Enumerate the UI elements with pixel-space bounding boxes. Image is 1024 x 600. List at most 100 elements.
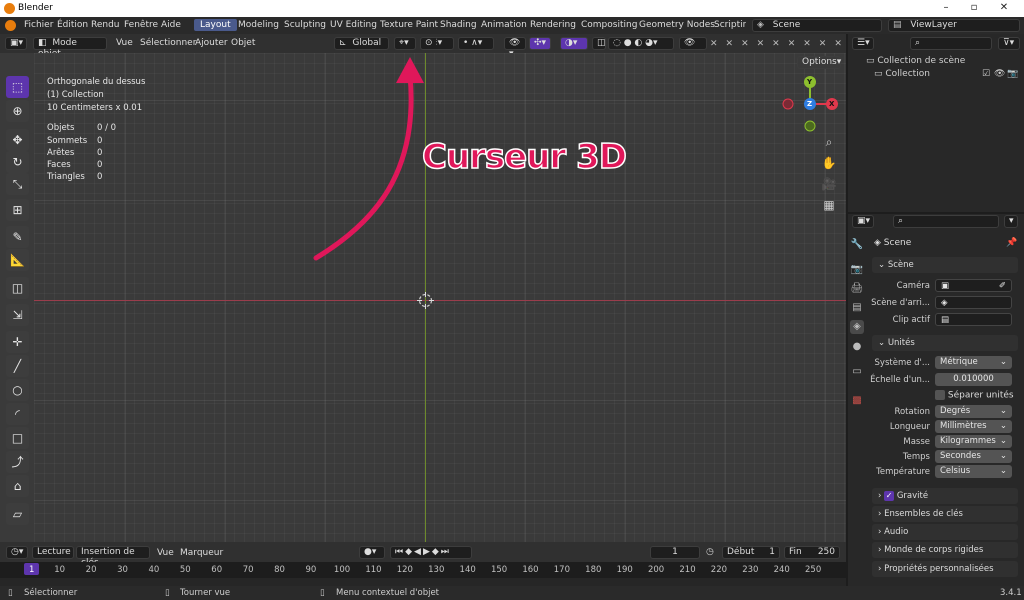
pin-icon[interactable]: 📌 <box>1006 238 1017 248</box>
gravity-checkbox[interactable]: ✓ <box>884 490 895 501</box>
timeline-editor-type[interactable]: ◷▾ <box>6 546 28 559</box>
minimize-icon[interactable]: – <box>940 2 952 14</box>
add-bezier-icon[interactable]: ⤴ <box>6 451 29 473</box>
timeline-marker-menu[interactable]: Marqueur <box>180 548 223 558</box>
outliner-editor-type[interactable]: ☰▾ <box>852 37 874 50</box>
proportional-edit-button[interactable]: • ∧▾ <box>458 37 494 50</box>
menu-help[interactable]: Aide <box>161 20 181 30</box>
overlay-toggle-button[interactable]: ◑▾ <box>560 37 588 50</box>
add-circle-icon[interactable]: ○ <box>6 379 29 401</box>
transform-orientation-selector[interactable]: ⊾ Global <box>334 37 389 50</box>
add-arc-icon[interactable]: ◜ <box>6 403 29 425</box>
measure-tool-icon[interactable]: 📐 <box>6 249 29 271</box>
section-scene[interactable]: ⌄ Scène <box>872 257 1018 273</box>
menu-object[interactable]: Objet <box>231 38 255 48</box>
shading-mode-buttons[interactable]: ◌ ● ◐ ◕▾ <box>608 37 674 50</box>
section-gravity[interactable]: › ✓ Gravité <box>872 488 1018 504</box>
camera-icon[interactable]: 📷 <box>1007 69 1018 79</box>
menu-window[interactable]: Fenêtre <box>124 20 158 30</box>
outliner-search-input[interactable]: ⌕ <box>910 37 992 50</box>
eye-filter-icon[interactable]: 👁 <box>679 37 707 50</box>
zoom-icon[interactable]: ⌕ <box>821 134 837 150</box>
collection-item[interactable]: ▭ Collection ☑ 👁 📷 <box>874 69 1020 81</box>
add-cube-icon[interactable]: ◫ <box>6 277 29 299</box>
playback-controls[interactable]: ⏮◆◀▶◆⏭ <box>390 546 472 559</box>
unit-system-select[interactable]: Métrique ⌄ <box>935 356 1012 369</box>
transform-tool-icon[interactable]: ⊞ <box>6 199 29 221</box>
menu-view[interactable]: Vue <box>116 38 133 48</box>
close-icon[interactable]: ✕ <box>998 2 1010 14</box>
options-button[interactable]: Options▾ <box>797 56 841 69</box>
3d-cursor[interactable] <box>417 292 434 309</box>
menu-select[interactable]: Sélectionner <box>140 38 196 48</box>
tab-modeling[interactable]: Modeling <box>232 19 285 31</box>
menu-edit[interactable]: Édition <box>57 20 88 30</box>
current-frame-input[interactable]: 1 <box>650 546 700 559</box>
eye-icon[interactable]: 👁 <box>994 69 1005 79</box>
properties-options[interactable]: ▾ <box>1004 215 1018 228</box>
menu-add[interactable]: Ajouter <box>195 38 228 48</box>
snap-button[interactable]: ⊙ ⫶▾ <box>420 37 454 50</box>
grid-view-icon[interactable]: ▦ <box>821 197 837 213</box>
extrude-tool-icon[interactable]: ⇲ <box>6 304 29 326</box>
background-scene-field[interactable]: ◈ <box>935 296 1012 309</box>
select-box-icon[interactable]: ⬚ <box>6 76 29 98</box>
add-point-icon[interactable]: ✛ <box>6 331 29 353</box>
end-frame-input[interactable]: Fin 250 <box>784 546 840 559</box>
rotate-tool-icon[interactable]: ↻ <box>6 151 29 173</box>
autokey-button[interactable]: ●▾ <box>359 546 385 559</box>
camera-view-icon[interactable]: 🎥 <box>821 176 837 192</box>
tab-rendering[interactable]: Rendering <box>524 19 582 31</box>
add-rect-icon[interactable]: □ <box>6 427 29 449</box>
mode-selector[interactable]: ◧ Mode objet <box>33 37 107 59</box>
temperature-select[interactable]: Celsius ⌄ <box>935 465 1012 478</box>
scene-collection-item[interactable]: ▭ Collection de scène <box>866 56 965 66</box>
unit-scale-input[interactable]: 0.010000 <box>935 373 1012 386</box>
pan-hand-icon[interactable]: ✋ <box>821 155 837 171</box>
checkbox-icon[interactable]: ☑ <box>982 69 990 79</box>
menu-file[interactable]: Fichier <box>24 20 53 30</box>
annotate-tool-icon[interactable]: ✎ <box>6 226 29 248</box>
menu-render[interactable]: Rendu <box>91 20 120 30</box>
add-line-icon[interactable]: ╱ <box>6 355 29 377</box>
properties-search-input[interactable]: ⌕ <box>893 215 999 228</box>
render-tab-icon[interactable]: 📷 <box>850 263 864 277</box>
active-clip-field[interactable]: ▤ <box>935 313 1012 326</box>
scene-selector[interactable]: ◈ Scene <box>752 19 882 32</box>
texture-tab-icon[interactable]: ▩ <box>850 394 864 408</box>
camera-field[interactable]: ▣ ✐ <box>935 279 1012 292</box>
playback-menu[interactable]: Lecture ⌄ <box>32 546 74 568</box>
add-polygon-icon[interactable]: ⌂ <box>6 475 29 497</box>
separate-units-checkbox[interactable]: Séparer unités <box>935 390 1014 401</box>
restriction-toggles[interactable]: ✕✕✕✕✕✕✕✕✕✕ <box>710 39 865 49</box>
tab-layout[interactable]: Layout <box>194 19 237 31</box>
eyedropper-icon[interactable]: ✐ <box>999 280 1006 293</box>
cursor-tool-icon[interactable]: ⊕ <box>6 100 29 122</box>
timeline-view-menu[interactable]: Vue <box>157 548 174 558</box>
3d-viewport[interactable]: Curseur 3D <box>34 53 846 542</box>
section-audio[interactable]: › Audio <box>872 524 1018 540</box>
clock-icon[interactable]: ◷ <box>706 547 714 557</box>
view-layer-selector[interactable]: ▤ ViewLayer <box>888 19 1020 32</box>
section-keying-sets[interactable]: › Ensembles de clés <box>872 506 1018 522</box>
add-plane-icon[interactable]: ▱ <box>6 503 29 525</box>
mass-select[interactable]: Kilogrammes ⌄ <box>935 435 1012 448</box>
length-select[interactable]: Millimètres ⌄ <box>935 420 1012 433</box>
keying-menu[interactable]: Insertion de clés ⌄ <box>76 546 150 568</box>
maximize-icon[interactable]: ▫ <box>968 2 980 14</box>
timeline-scrollbar[interactable] <box>0 578 846 586</box>
outliner-filter-button[interactable]: ⊽▾ <box>998 37 1020 50</box>
blender-menu-icon[interactable] <box>5 20 16 31</box>
tool-tab-icon[interactable]: 🔧 <box>850 238 864 252</box>
time-select[interactable]: Secondes ⌄ <box>935 450 1012 463</box>
pivot-point-button[interactable]: ⌖▾ <box>394 37 416 50</box>
visibility-button[interactable]: 👁▾ <box>504 37 526 59</box>
rotation-select[interactable]: Degrés ⌄ <box>935 405 1012 418</box>
editor-type-button[interactable]: ▣▾ <box>5 37 27 50</box>
section-units[interactable]: ⌄ Unités <box>872 335 1018 351</box>
xray-toggle-icon[interactable]: ◫ <box>592 37 606 50</box>
properties-editor-type[interactable]: ▣▾ <box>852 215 874 228</box>
world-tab-icon[interactable]: ● <box>850 340 864 354</box>
start-frame-input[interactable]: Début 1 <box>722 546 780 559</box>
gizmo-toggle-button[interactable]: ✣▾ <box>529 37 551 50</box>
